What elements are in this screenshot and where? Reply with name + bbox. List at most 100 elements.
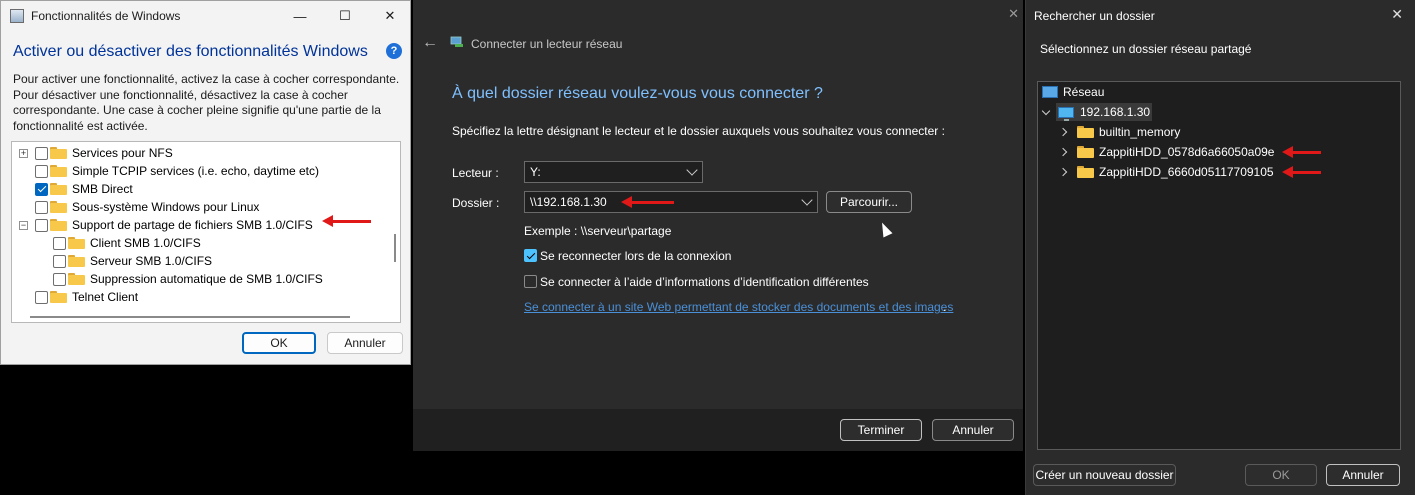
- checkbox[interactable]: [35, 200, 48, 214]
- checkbox-checked[interactable]: [35, 182, 48, 196]
- chevron-down-icon: [801, 194, 813, 206]
- folder-path-value: \\192.168.1.30: [530, 195, 607, 209]
- map-network-drive-dialog: ✕ ← Connecter un lecteur réseau À quel d…: [413, 0, 1023, 451]
- folder-label: Dossier :: [452, 196, 500, 210]
- tree-item[interactable]: Sous-système Windows pour Linux: [19, 198, 259, 216]
- chevron-right-icon[interactable]: [1058, 147, 1068, 157]
- folder-icon: [50, 183, 67, 195]
- example-text: Exemple : \\serveur\partage: [524, 224, 672, 238]
- tree-item-label: SMB Direct: [72, 182, 133, 196]
- tree-item[interactable]: − Support de partage de fichiers SMB 1.0…: [19, 216, 313, 234]
- horizontal-scrollbar[interactable]: [30, 316, 350, 318]
- tree-node-folder[interactable]: ZappitiHDD_0578d6a66050a09e: [1058, 143, 1275, 161]
- cancel-button[interactable]: Annuler: [932, 419, 1014, 441]
- app-icon: [10, 9, 24, 23]
- tree-node-label: ZappitiHDD_6660d05117709105: [1099, 165, 1274, 179]
- chevron-down-icon[interactable]: [1041, 106, 1051, 115]
- tree-item[interactable]: Client SMB 1.0/CIFS: [53, 234, 201, 252]
- folder-icon: [1077, 126, 1094, 138]
- title-bar[interactable]: Fonctionnalités de Windows — ☐ ✕: [1, 1, 410, 31]
- tree-item[interactable]: SMB Direct: [19, 180, 133, 198]
- dialog-heading: Activer ou désactiver des fonctionnalité…: [13, 43, 368, 60]
- tree-item-label: Telnet Client: [72, 290, 139, 304]
- tree-item[interactable]: + Services pour NFS: [19, 144, 173, 162]
- drive-letter-value: Y:: [530, 165, 541, 179]
- computer-icon: [1058, 106, 1074, 121]
- folder-icon: [1077, 146, 1094, 158]
- network-drive-icon: [450, 36, 463, 47]
- dialog-description: Pour activer une fonctionnalité, activez…: [13, 72, 400, 133]
- other-credentials-checkbox[interactable]: [524, 275, 537, 288]
- tree-item-label: Sous-système Windows pour Linux: [72, 200, 260, 214]
- tree-item[interactable]: Suppression automatique de SMB 1.0/CIFS: [53, 270, 323, 288]
- tree-item[interactable]: Telnet Client: [19, 288, 138, 306]
- checkbox[interactable]: [35, 146, 48, 160]
- tree-item[interactable]: Serveur SMB 1.0/CIFS: [53, 252, 212, 270]
- browse-button[interactable]: Parcourir...: [826, 191, 912, 213]
- minimize-button[interactable]: —: [277, 5, 323, 27]
- network-icon: [1042, 86, 1058, 98]
- tree-node-label: 192.168.1.30: [1080, 105, 1151, 119]
- tree-node-network[interactable]: Réseau: [1042, 83, 1104, 101]
- web-storage-link[interactable]: Se connecter à un site Web permettant de…: [524, 300, 953, 314]
- close-button[interactable]: ✕: [1391, 6, 1403, 23]
- dialog-prompt: Sélectionnez un dossier réseau partagé: [1040, 42, 1252, 56]
- feature-tree[interactable]: + Services pour NFS Simple TCPIP service…: [11, 141, 401, 323]
- tree-node-folder[interactable]: ZappitiHDD_6660d05117709105: [1058, 163, 1274, 181]
- folder-icon: [1077, 166, 1094, 178]
- drive-label: Lecteur :: [452, 166, 499, 180]
- annotation-arrow: [1282, 166, 1321, 178]
- instructions: Spécifiez la lettre désignant le lecteur…: [452, 124, 945, 138]
- checkbox[interactable]: [35, 290, 48, 304]
- close-button[interactable]: ✕: [1008, 6, 1019, 22]
- other-credentials-label[interactable]: Se connecter à l’aide d’informations d’i…: [540, 275, 869, 289]
- browse-folder-dialog: Rechercher un dossier ✕ Sélectionnez un …: [1025, 0, 1415, 495]
- expand-icon[interactable]: +: [19, 148, 28, 158]
- reconnect-label[interactable]: Se reconnecter lors de la connexion: [540, 249, 731, 263]
- tree-item-label: Suppression automatique de SMB 1.0/CIFS: [90, 272, 323, 286]
- link-suffix: .: [943, 300, 947, 314]
- back-arrow-icon[interactable]: ←: [422, 34, 438, 52]
- annotation-arrow: [322, 215, 371, 227]
- checkbox[interactable]: [53, 272, 66, 286]
- finish-button[interactable]: Terminer: [840, 419, 922, 441]
- checkbox[interactable]: [53, 236, 66, 250]
- checkbox[interactable]: [35, 164, 48, 178]
- cancel-button[interactable]: Annuler: [1326, 464, 1400, 486]
- tree-item[interactable]: Simple TCPIP services (i.e. echo, daytim…: [19, 162, 319, 180]
- chevron-down-icon: [686, 164, 698, 176]
- wizard-heading: À quel dossier réseau voulez-vous vous c…: [452, 85, 823, 102]
- tree-item-label: Serveur SMB 1.0/CIFS: [90, 254, 213, 268]
- ok-button[interactable]: OK: [242, 332, 316, 354]
- folder-icon: [50, 165, 67, 177]
- vertical-scrollbar[interactable]: [394, 234, 396, 262]
- tree-node-label: Réseau: [1063, 85, 1105, 99]
- new-folder-button[interactable]: Créer un nouveau dossier: [1033, 464, 1176, 486]
- tree-item-label: Simple TCPIP services (i.e. echo, daytim…: [72, 164, 319, 178]
- tree-node-label: builtin_memory: [1099, 125, 1181, 139]
- folder-icon: [50, 291, 67, 303]
- checkbox[interactable]: [35, 218, 48, 232]
- cancel-button[interactable]: Annuler: [327, 332, 403, 354]
- close-button[interactable]: ✕: [367, 5, 413, 27]
- drive-letter-select[interactable]: Y:: [524, 161, 703, 183]
- reconnect-checkbox[interactable]: [524, 249, 537, 262]
- wizard-title: Connecter un lecteur réseau: [471, 37, 623, 51]
- collapse-icon[interactable]: −: [19, 220, 28, 230]
- maximize-button[interactable]: ☐: [322, 5, 368, 27]
- tree-item-label: Services pour NFS: [72, 146, 173, 160]
- folder-icon: [68, 255, 85, 267]
- annotation-arrow: [621, 196, 674, 208]
- chevron-right-icon[interactable]: [1058, 127, 1068, 137]
- help-icon[interactable]: ?: [386, 43, 402, 59]
- chevron-right-icon[interactable]: [1058, 167, 1068, 177]
- checkbox[interactable]: [53, 254, 66, 268]
- tree-node-label: ZappitiHDD_0578d6a66050a09e: [1099, 145, 1275, 159]
- ok-button[interactable]: OK: [1245, 464, 1317, 486]
- tree-node-folder[interactable]: builtin_memory: [1058, 123, 1181, 141]
- folder-icon: [68, 237, 85, 249]
- wizard-footer: Terminer Annuler: [413, 409, 1023, 451]
- folder-tree[interactable]: Réseau 192.168.1.30 builtin_memory Zappi…: [1037, 81, 1401, 450]
- window-title: Fonctionnalités de Windows: [31, 9, 181, 23]
- tree-node-host[interactable]: 192.168.1.30: [1041, 103, 1151, 121]
